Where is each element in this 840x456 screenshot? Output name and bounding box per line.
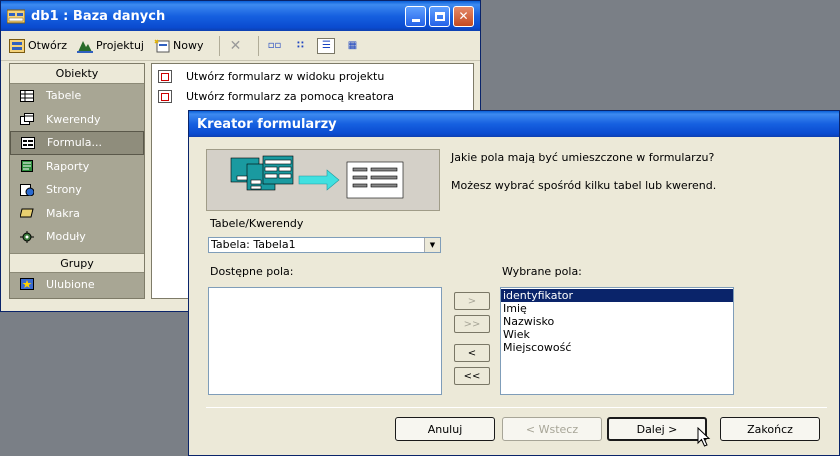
wizard-divider xyxy=(206,407,827,408)
new-button[interactable]: Nowy xyxy=(154,38,203,53)
mouse-cursor-icon xyxy=(697,427,711,447)
small-icons-button[interactable]: ∷ xyxy=(291,38,309,54)
large-icons-icon: ▫▫ xyxy=(267,40,282,51)
minimize-icon xyxy=(411,18,420,22)
available-fields-list[interactable] xyxy=(208,287,442,395)
details-view-button[interactable]: ▦ xyxy=(343,38,361,54)
large-icons-button[interactable]: ▫▫ xyxy=(265,38,283,54)
favorites-icon xyxy=(20,278,34,291)
selected-fields-label: Wybrane pola: xyxy=(502,265,582,278)
available-fields-label: Dostępne pola: xyxy=(210,265,294,278)
objects-item-pages[interactable]: Strony xyxy=(10,178,144,202)
db-window-title: db1 : Baza danych xyxy=(31,8,166,24)
list-item[interactable]: Utwórz formularz w widoku projektu xyxy=(152,66,473,86)
form-wizard-dialog: Kreator formularzy Jakie pola mają być u… xyxy=(188,110,840,456)
next-button[interactable]: Dalej > xyxy=(607,417,707,441)
close-button[interactable]: ✕ xyxy=(453,5,474,27)
maximize-icon xyxy=(434,11,445,21)
query-icon xyxy=(20,113,34,126)
list-item[interactable]: Imię xyxy=(501,302,733,315)
list-item[interactable]: Utwórz formularz za pomocą kreatora xyxy=(152,86,473,106)
objects-panel: Obiekty Tabele Kwerendy Formula... Rapor… xyxy=(9,63,145,299)
tables-queries-value: Tabela: Tabela1 xyxy=(211,238,296,251)
wizard-titlebar[interactable]: Kreator formularzy xyxy=(189,111,839,137)
list-item[interactable]: Wiek xyxy=(501,328,733,341)
tables-queries-label: Tabele/Kwerendy xyxy=(210,217,304,230)
open-form-icon xyxy=(9,38,25,53)
objects-item-tables[interactable]: Tabele xyxy=(10,84,144,108)
database-icon xyxy=(6,8,26,24)
design-icon xyxy=(77,39,93,53)
add-all-fields-button[interactable]: >> xyxy=(454,315,490,333)
tables-queries-select[interactable]: Tabela: Tabela1 ▼ xyxy=(208,237,441,253)
maximize-button[interactable] xyxy=(429,5,450,27)
minimize-button[interactable] xyxy=(405,5,426,27)
tables-graphic xyxy=(230,155,294,191)
toolbar-separator xyxy=(258,35,260,56)
cancel-button[interactable]: Anuluj xyxy=(395,417,495,441)
wizard-question: Jakie pola mają być umieszczone w formul… xyxy=(451,151,715,164)
wizard-hint: Możesz wybrać spośród kilku tabel lub kw… xyxy=(451,179,717,192)
finish-button[interactable]: Zakończ xyxy=(720,417,820,441)
objects-item-macros[interactable]: Makra xyxy=(10,202,144,226)
db-window-titlebar[interactable]: db1 : Baza danych ✕ xyxy=(1,1,480,31)
objects-item-forms[interactable]: Formula... xyxy=(10,131,144,155)
report-icon xyxy=(20,160,34,173)
objects-item-queries[interactable]: Kwerendy xyxy=(10,108,144,132)
form-shortcut-icon xyxy=(158,69,172,83)
db-toolbar: Otwórz Projektuj Nowy ✕ ▫▫ ∷ ☰ ▦ xyxy=(1,31,480,61)
list-view-icon: ☰ xyxy=(321,40,331,51)
groups-header[interactable]: Grupy xyxy=(10,252,144,273)
list-item[interactable]: Nazwisko xyxy=(501,315,733,328)
details-view-icon: ▦ xyxy=(347,40,358,51)
objects-item-modules[interactable]: Moduły xyxy=(10,225,144,249)
delete-button[interactable]: ✕ xyxy=(226,38,244,54)
close-icon: ✕ xyxy=(458,9,469,23)
module-icon xyxy=(20,230,34,243)
macro-icon xyxy=(19,207,34,219)
new-object-icon xyxy=(154,38,170,53)
list-item[interactable]: identyfikator xyxy=(501,289,733,302)
selected-fields-list[interactable]: identyfikator Imię Nazwisko Wiek Miejsco… xyxy=(500,287,734,395)
groups-item-favorites[interactable]: Ulubione xyxy=(10,273,144,297)
delete-icon: ✕ xyxy=(229,37,242,54)
design-button[interactable]: Projektuj xyxy=(77,39,144,53)
objects-header[interactable]: Obiekty xyxy=(10,64,144,84)
open-button[interactable]: Otwórz xyxy=(9,38,67,53)
form-wizard-shortcut-icon xyxy=(158,89,172,103)
back-button[interactable]: < Wstecz xyxy=(502,417,602,441)
list-item[interactable]: Miejscowość xyxy=(501,341,733,354)
objects-item-reports[interactable]: Raporty xyxy=(10,155,144,179)
page-icon xyxy=(20,183,35,197)
small-icons-icon: ∷ xyxy=(296,40,304,51)
list-view-button[interactable]: ☰ xyxy=(317,37,336,54)
remove-field-button[interactable]: < xyxy=(454,344,490,362)
chevron-down-icon[interactable]: ▼ xyxy=(424,238,440,252)
wizard-title: Kreator formularzy xyxy=(197,116,337,132)
wizard-illustration xyxy=(206,149,440,211)
toolbar-separator xyxy=(219,35,221,56)
add-field-button[interactable]: > xyxy=(454,292,490,310)
form-icon xyxy=(21,136,35,149)
remove-all-fields-button[interactable]: << xyxy=(454,367,490,385)
table-icon xyxy=(20,89,34,102)
